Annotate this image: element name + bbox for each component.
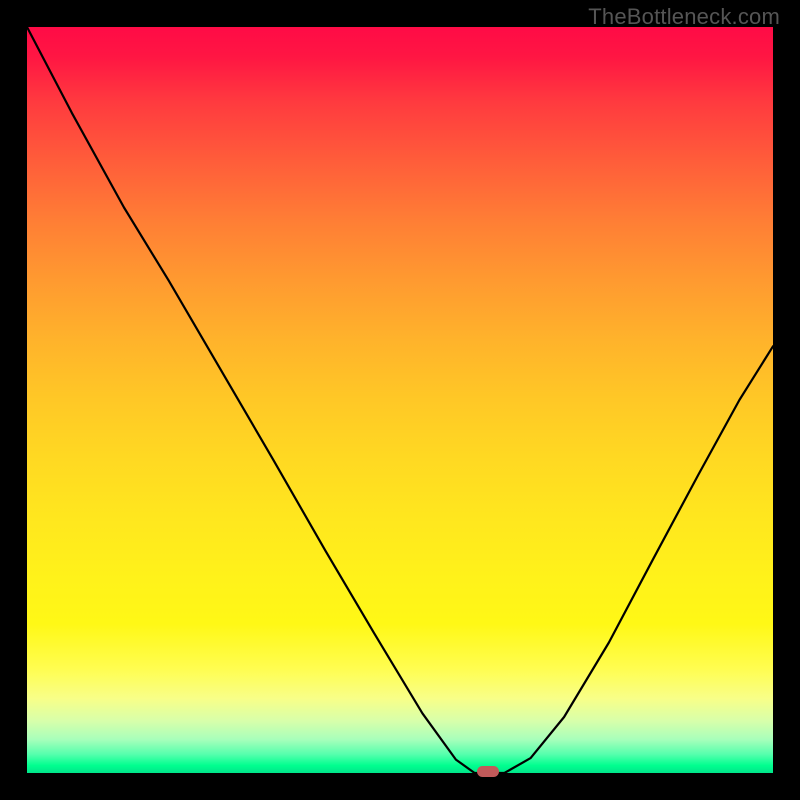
min-marker <box>477 766 499 777</box>
chart-frame: TheBottleneck.com <box>0 0 800 800</box>
bottleneck-curve <box>27 27 773 773</box>
chart-svg <box>27 27 773 773</box>
plot-area <box>27 27 773 773</box>
